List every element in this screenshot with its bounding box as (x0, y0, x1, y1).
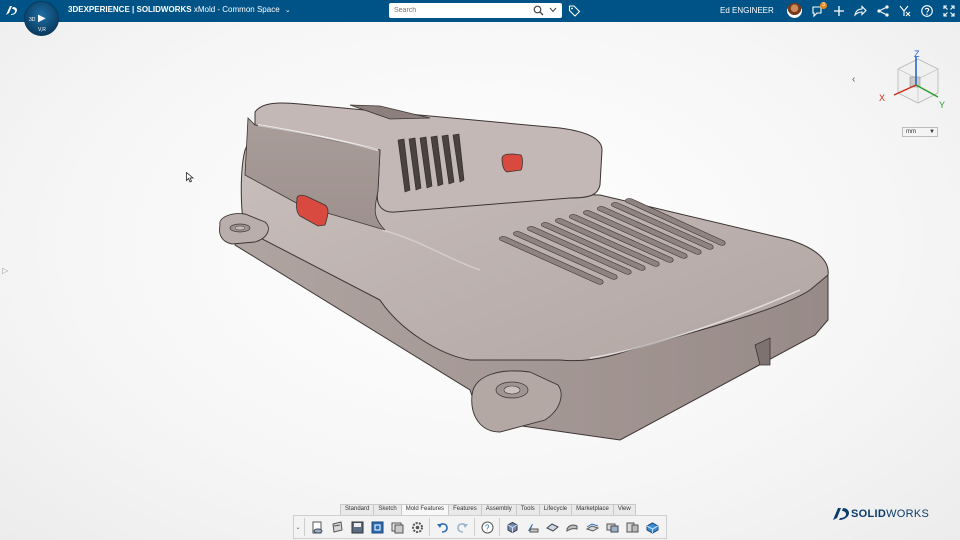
open-button[interactable] (327, 517, 347, 537)
toolbar-chevron-icon[interactable]: ⌄ (294, 524, 302, 531)
surface-icon (545, 522, 559, 532)
user-name[interactable]: Ed ENGINEER (720, 6, 774, 15)
parting-line-icon (585, 522, 599, 532)
tab-tools[interactable]: Tools (515, 504, 540, 515)
graphics-area[interactable]: ▷ ‹ Z X Y mm ▼ (0, 22, 960, 540)
compass[interactable]: ▶ 3D V,R (24, 1, 59, 36)
search-options-chevron-icon[interactable] (549, 7, 557, 13)
tooling-split-button[interactable] (642, 517, 662, 537)
rebuild-icon (371, 521, 383, 533)
solidworks-logo: SOLIDWORKS (831, 506, 929, 522)
z-axis-label: Z (914, 49, 920, 59)
compass-label-bottom: V,R (38, 27, 46, 33)
units-value: mm (906, 129, 916, 135)
new-document-button[interactable] (307, 517, 327, 537)
y-axis-label: Y (939, 100, 945, 110)
search-input[interactable] (389, 7, 529, 14)
logo-text-thin: WORKS (886, 508, 930, 520)
core-button[interactable] (602, 517, 622, 537)
search-box (389, 3, 562, 18)
app-context: xMold - Common Space (193, 5, 280, 14)
open-icon (331, 520, 343, 533)
surface-button[interactable] (542, 517, 562, 537)
tooling-split-icon (646, 521, 658, 534)
new-document-icon (312, 521, 322, 533)
settings-button[interactable] (407, 517, 427, 537)
view-cube-icon (507, 521, 517, 533)
svg-text:?: ? (485, 523, 490, 532)
help-icon: ? (481, 521, 493, 533)
network-share-icon[interactable] (876, 4, 890, 18)
collapse-panel-icon[interactable]: ‹ (852, 74, 855, 85)
dropdown-arrow-icon: ▼ (929, 129, 935, 135)
view-cube-button[interactable] (502, 517, 522, 537)
tab-sketch[interactable]: Sketch (373, 504, 402, 515)
options-button[interactable] (387, 517, 407, 537)
play-icon: ▶ (38, 13, 46, 24)
tab-assembly[interactable]: Assembly (480, 504, 517, 515)
shutoff-button[interactable] (562, 517, 582, 537)
undo-icon (436, 522, 448, 533)
fullscreen-icon[interactable] (942, 4, 956, 18)
save-button[interactable] (347, 517, 367, 537)
logo-text-bold: SOLID (851, 508, 887, 520)
avatar[interactable] (787, 3, 802, 18)
solidworks-logo-icon (833, 508, 849, 520)
help-button[interactable]: ? (477, 517, 497, 537)
toolbar-separator (429, 518, 430, 536)
top-bar: 3DEXPERIENCE | SOLIDWORKS xMold - Common… (0, 0, 960, 22)
add-icon[interactable] (832, 4, 846, 18)
command-manager-tabs: Standard Sketch Mold Features Features A… (340, 504, 636, 515)
toolbar-separator (304, 518, 305, 536)
rebuild-button[interactable] (367, 517, 387, 537)
cavity-icon (626, 522, 638, 532)
brand-name: 3DEXPERIENCE | SOLIDWORKS (68, 5, 192, 14)
solidworks-logo-text: SOLIDWORKS (851, 508, 929, 520)
mold-tool-button[interactable] (522, 517, 542, 537)
save-icon (351, 521, 363, 533)
tab-view[interactable]: View (612, 504, 636, 515)
parting-line-button[interactable] (582, 517, 602, 537)
tab-marketplace[interactable]: Marketplace (571, 504, 614, 515)
apps-icon[interactable] (898, 4, 912, 18)
mold-tool-icon (527, 523, 538, 532)
notification-badge: 3 (820, 2, 827, 9)
chevron-down-icon[interactable]: ⌄ (285, 7, 291, 14)
tag-icon[interactable] (568, 4, 581, 17)
undo-button[interactable] (432, 517, 452, 537)
x-axis-label: X (879, 93, 885, 103)
mouse-pointer-icon (186, 172, 194, 183)
tab-mold-features[interactable]: Mold Features (400, 504, 450, 515)
shutoff-icon (566, 524, 577, 532)
tab-standard[interactable]: Standard (340, 504, 375, 515)
feature-tree-expand-icon[interactable]: ▷ (2, 266, 8, 275)
view-triad[interactable]: Z X Y (876, 49, 948, 117)
dassault-logo-icon[interactable] (4, 3, 20, 19)
cavity-button[interactable] (622, 517, 642, 537)
redo-button[interactable] (452, 517, 472, 537)
toolbar-separator (474, 518, 475, 536)
part-model[interactable] (0, 22, 960, 540)
share-icon[interactable] (853, 4, 867, 18)
units-select[interactable]: mm ▼ (902, 127, 938, 137)
search-icon[interactable] (533, 5, 544, 16)
tab-lifecycle[interactable]: Lifecycle (538, 504, 573, 515)
settings-icon (411, 521, 423, 533)
tab-features[interactable]: Features (448, 504, 482, 515)
app-title[interactable]: 3DEXPERIENCE | SOLIDWORKS xMold - Common… (68, 5, 291, 14)
core-icon (606, 523, 618, 532)
toolbar-separator (499, 518, 500, 536)
options-icon (391, 522, 403, 533)
help-icon[interactable] (920, 4, 934, 18)
command-toolbar: ⌄ ? (293, 515, 667, 539)
redo-icon (456, 522, 468, 533)
compass-label-left: 3D (29, 17, 36, 23)
